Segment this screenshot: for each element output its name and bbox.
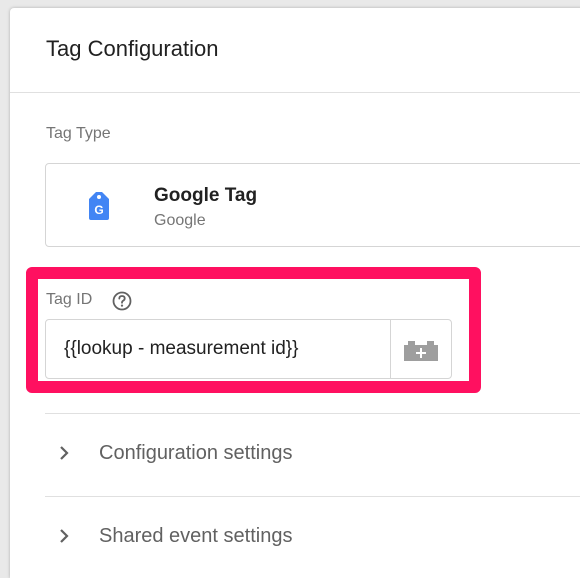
section-divider (45, 413, 580, 414)
google-tag-icon: G (89, 192, 109, 220)
shared-event-settings-label: Shared event settings (99, 525, 293, 547)
section-divider (45, 496, 580, 497)
tag-id-input[interactable] (46, 320, 390, 378)
insert-variable-button[interactable] (390, 320, 451, 378)
configuration-settings-expander[interactable]: Configuration settings (45, 424, 580, 484)
chevron-right-icon (60, 529, 69, 543)
tag-type-label: Tag Type (46, 125, 111, 142)
tag-type-vendor: Google (154, 212, 206, 229)
tag-id-field (45, 319, 452, 379)
tag-type-selector[interactable]: G Google Tag Google (45, 163, 580, 247)
variable-block-icon (404, 341, 438, 361)
tag-configuration-panel: Tag Configuration Tag Type G Google Tag … (10, 8, 580, 578)
tag-id-label: Tag ID (46, 291, 93, 308)
shared-event-settings-expander[interactable]: Shared event settings (45, 507, 580, 567)
chevron-right-icon (60, 446, 69, 460)
help-circle-icon[interactable] (112, 291, 132, 311)
configuration-settings-label: Configuration settings (99, 442, 293, 464)
tag-type-name: Google Tag (154, 185, 258, 206)
page-title: Tag Configuration (46, 36, 219, 61)
panel-header: Tag Configuration (10, 8, 580, 93)
google-tag-icon-letter: G (94, 203, 103, 217)
